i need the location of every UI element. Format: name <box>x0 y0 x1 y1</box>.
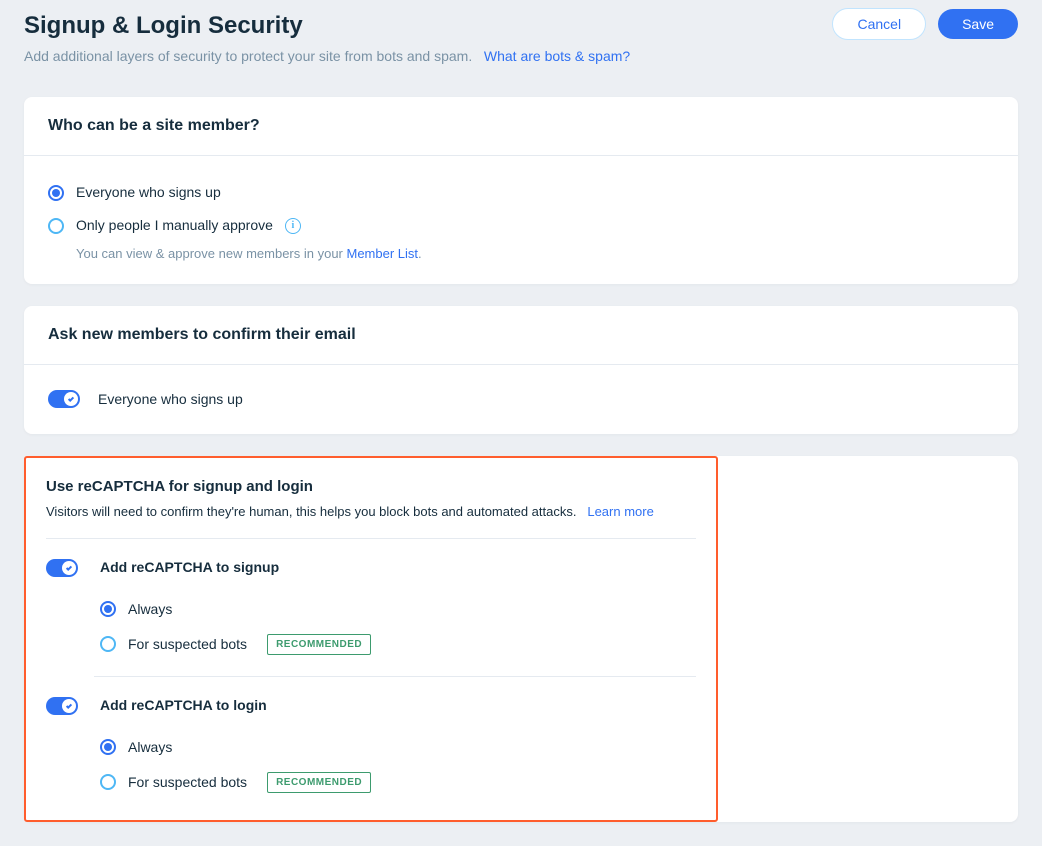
page-title: Signup & Login Security <box>24 8 832 44</box>
manual-approve-helper: You can view & approve new members in yo… <box>76 244 994 264</box>
recaptcha-title: Use reCAPTCHA for signup and login <box>46 476 696 499</box>
learn-more-link[interactable]: Learn more <box>587 504 653 519</box>
divider <box>94 676 696 677</box>
recaptcha-subtitle: Visitors will need to confirm they're hu… <box>46 502 696 522</box>
help-link-bots-spam[interactable]: What are bots & spam? <box>484 48 630 64</box>
radio-login-suspected[interactable] <box>100 774 116 790</box>
divider <box>46 538 696 539</box>
cancel-button[interactable]: Cancel <box>832 8 926 40</box>
check-icon <box>62 699 76 713</box>
page-header: Signup & Login Security Add additional l… <box>24 8 1018 67</box>
radio-everyone-signs-up[interactable] <box>48 185 64 201</box>
page-subtitle: Add additional layers of security to pro… <box>24 46 832 67</box>
member-list-link[interactable]: Member List <box>347 246 419 261</box>
save-button[interactable]: Save <box>938 9 1018 39</box>
radio-signup-suspected[interactable] <box>100 636 116 652</box>
info-icon[interactable]: i <box>285 218 301 234</box>
toggle-confirm-email[interactable] <box>48 390 80 408</box>
recaptcha-card: Use reCAPTCHA for signup and login Visit… <box>24 456 1018 822</box>
radio-signup-always-label: Always <box>128 599 172 620</box>
confirm-email-card: Ask new members to confirm their email E… <box>24 306 1018 434</box>
radio-manual-approve[interactable] <box>48 218 64 234</box>
confirm-email-title: Ask new members to confirm their email <box>48 323 994 347</box>
toggle-recaptcha-login[interactable] <box>46 697 78 715</box>
recommended-badge: RECOMMENDED <box>267 772 371 793</box>
radio-login-suspected-label: For suspected bots <box>128 772 247 793</box>
toggle-recaptcha-signup[interactable] <box>46 559 78 577</box>
toggle-confirm-email-label: Everyone who signs up <box>98 389 243 410</box>
recaptcha-subtitle-text: Visitors will need to confirm they're hu… <box>46 504 576 519</box>
recaptcha-signup-group: Add reCAPTCHA to signup Always For suspe… <box>46 557 696 662</box>
site-member-card: Who can be a site member? Everyone who s… <box>24 97 1018 284</box>
helper-suffix: . <box>418 246 422 261</box>
page-subtitle-text: Add additional layers of security to pro… <box>24 48 472 64</box>
recaptcha-signup-title: Add reCAPTCHA to signup <box>100 557 696 578</box>
site-member-title: Who can be a site member? <box>48 114 994 138</box>
recommended-badge: RECOMMENDED <box>267 634 371 655</box>
helper-prefix: You can view & approve new members in yo… <box>76 246 347 261</box>
radio-signup-always[interactable] <box>100 601 116 617</box>
radio-manual-approve-label: Only people I manually approve <box>76 215 273 236</box>
recaptcha-highlight: Use reCAPTCHA for signup and login Visit… <box>24 456 718 822</box>
radio-everyone-label: Everyone who signs up <box>76 182 221 203</box>
radio-login-always-label: Always <box>128 737 172 758</box>
recaptcha-login-group: Add reCAPTCHA to login Always For suspec… <box>46 695 696 800</box>
recaptcha-login-title: Add reCAPTCHA to login <box>100 695 696 716</box>
check-icon <box>64 392 78 406</box>
radio-signup-suspected-label: For suspected bots <box>128 634 247 655</box>
radio-login-always[interactable] <box>100 739 116 755</box>
check-icon <box>62 561 76 575</box>
